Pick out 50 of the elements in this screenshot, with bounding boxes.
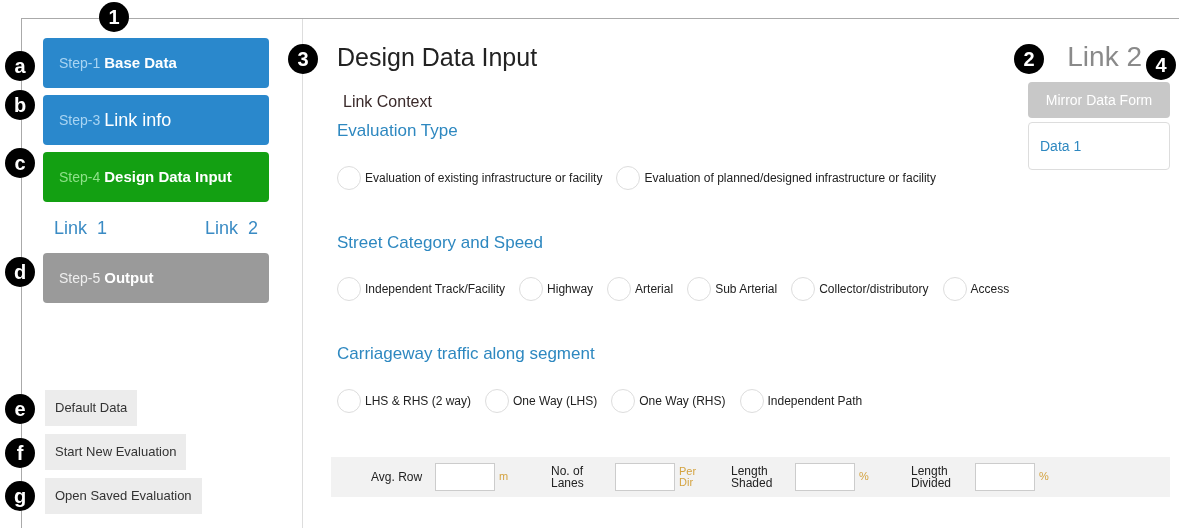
callout-badge: a <box>5 51 35 81</box>
field-label: Avg. Row <box>371 470 424 483</box>
callout-badge: 4 <box>1146 50 1176 80</box>
callout-badge: g <box>5 481 35 511</box>
radio-label: One Way (LHS) <box>513 392 598 410</box>
unit-label: m <box>499 471 510 482</box>
callout-badge: c <box>5 148 35 178</box>
step-button[interactable]: Step-4 Design Data Input <box>43 152 269 202</box>
link-tab[interactable]: Link 1 <box>54 215 108 242</box>
callout-badge: 3 <box>288 44 318 74</box>
radio-label: Independent Track/Facility <box>365 281 506 298</box>
step-button[interactable]: Step-3 Link info <box>43 95 269 145</box>
data-list-item[interactable]: Data 1 <box>1028 122 1170 170</box>
action-button[interactable]: Default Data <box>45 390 138 426</box>
unit-label: % <box>859 471 870 482</box>
radio-label: Evaluation of existing infrastructure or facility <box>365 169 603 187</box>
section-label: Link Context <box>343 92 433 112</box>
radio-label: Highway <box>547 281 594 298</box>
action-button[interactable]: Start New Evaluation <box>45 434 187 470</box>
input-field[interactable] <box>795 462 855 491</box>
callout-badge: 2 <box>1014 44 1044 74</box>
input-field[interactable] <box>975 462 1035 491</box>
field-label: No. of Lanes <box>551 464 585 489</box>
callout-badge: f <box>5 438 35 468</box>
group-heading: Evaluation Type <box>337 120 459 142</box>
callout-badge: 1 <box>99 2 129 32</box>
unit-label: Per Dir <box>679 465 698 488</box>
field-label: Length Shaded <box>731 464 774 489</box>
link-tab[interactable]: Link 2 <box>204 215 258 242</box>
callout-badge: d <box>5 257 35 287</box>
input-field[interactable] <box>435 462 495 491</box>
page-title: Design Data Input <box>337 42 538 73</box>
radio-label: Arterial <box>635 281 674 298</box>
field-label: Length Divided <box>911 464 953 489</box>
callout-badge: b <box>5 90 35 120</box>
input-field[interactable] <box>615 462 675 491</box>
radio-label: Independent Path <box>767 392 863 410</box>
link-name: Link 2 <box>1067 40 1142 74</box>
group-heading: Carriageway traffic along segment <box>337 343 596 365</box>
action-button[interactable]: Open Saved Evaluation <box>45 478 202 514</box>
radio-label: Access <box>970 281 1010 298</box>
group-heading: Street Category and Speed <box>337 231 545 254</box>
unit-label: % <box>1039 471 1050 482</box>
radio-label: One Way (RHS) <box>639 392 726 410</box>
radio-label: Sub Arterial <box>715 281 778 298</box>
step-button[interactable]: Step-1 Base Data <box>43 38 269 88</box>
radio-label: LHS & RHS (2 way) <box>365 392 472 410</box>
radio-label: Evaluation of planned/designed infrastructure or facility <box>644 169 936 187</box>
radio-label: Collector/distributory <box>819 281 929 298</box>
callout-badge: e <box>5 394 35 424</box>
